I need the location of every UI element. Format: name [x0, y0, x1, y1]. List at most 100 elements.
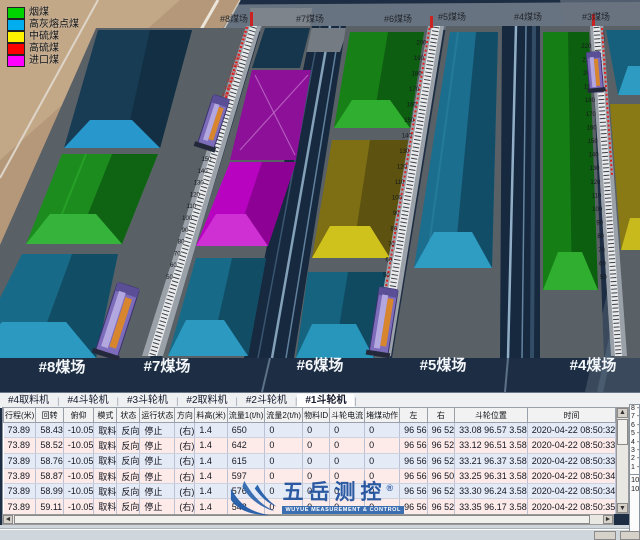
ruler-tick-number: 170 — [586, 112, 597, 118]
table-cell: 1.4 — [195, 484, 227, 499]
table-cell: 2020-04-22 08:50:34 — [527, 468, 616, 483]
ruler-tick-number: 120 — [397, 165, 408, 171]
column-header[interactable]: 流量2(t/h) — [265, 408, 303, 423]
table-cell: 1.4 — [195, 499, 227, 514]
side-value: 101 — [630, 485, 639, 493]
column-header[interactable]: 回转 — [36, 408, 64, 423]
legend-label: 中硫煤 — [29, 31, 59, 42]
partial-widget[interactable] — [594, 531, 616, 540]
machine-tab-6[interactable]: #1斗轮机 — [297, 394, 354, 408]
side-values-box: 102101 — [630, 474, 639, 493]
ruler-tick-number: 50 — [383, 273, 390, 279]
side-index-item: 8 - — [630, 405, 639, 413]
ruler-tick-number: 190 — [224, 85, 232, 90]
table-row[interactable]: 73.8958.43-10.05取料反向停止(右)1.4650000096 56… — [4, 423, 618, 438]
table-header-row: 行程(米)回转俯仰模式状态运行状态方向料高(米)流量1(t/h)流量2(t/h)… — [4, 408, 618, 423]
column-header[interactable]: 左 — [400, 408, 428, 423]
column-header[interactable]: 行程(米) — [4, 408, 36, 423]
ruler-tick-number: 60 — [170, 263, 177, 269]
table-cell: -10.05 — [63, 484, 94, 499]
table-cell: 2020-04-22 08:50:33 — [527, 438, 616, 453]
table-cell: 33.21 96.37 3.58 — [455, 453, 528, 468]
table-cell: 615 — [227, 453, 265, 468]
arrow-right-icon: ► — [605, 516, 612, 523]
table-cell: 96 52 — [427, 423, 455, 438]
ruler-tick-number: 100 — [182, 216, 193, 222]
column-header[interactable]: 料高(米) — [195, 408, 227, 423]
ruler-tick-number: 70 — [174, 251, 181, 257]
wuyue-swoosh-icon — [229, 476, 278, 520]
tab-separator: | — [354, 396, 356, 406]
table-cell: 停止 — [140, 423, 175, 438]
ruler-tick-number: 110 — [186, 204, 196, 210]
table-cell: 0 — [303, 453, 330, 468]
ruler-tick-number: 90 — [596, 221, 603, 227]
ruler-tick-number: 150 — [404, 118, 415, 124]
ruler-tick-number: 150 — [201, 157, 212, 163]
yard-7-label: #7煤场 — [144, 358, 191, 375]
column-header[interactable]: 俯仰 — [63, 408, 94, 423]
ruler-tick-number: 80 — [178, 240, 185, 246]
ruler-tick-number: 140 — [198, 169, 209, 175]
table-cell: 反向 — [117, 423, 140, 438]
logo-registered-mark: ® — [386, 483, 393, 493]
vertical-scroll-thumb[interactable] — [617, 419, 628, 445]
table-cell: (右) — [175, 438, 195, 453]
column-header[interactable]: 模式 — [94, 408, 117, 423]
legend-item-3: 高硫煤 — [7, 43, 79, 54]
table-cell: 33.35 96.17 3.58 — [455, 499, 528, 514]
table-cell: 2020-04-22 08:50:33 — [527, 453, 616, 468]
table-cell: 反向 — [117, 438, 140, 453]
side-index-item: 2 - — [630, 455, 639, 463]
ruler-tick-number: 210 — [229, 70, 237, 75]
machine-tab-1[interactable]: #4取料机 — [0, 394, 57, 408]
table-vertical-scrollbar[interactable]: ▲ ▼ — [616, 407, 629, 514]
column-header[interactable]: 斗轮电流 — [330, 408, 365, 423]
ruler-tick-number: 180 — [585, 98, 596, 104]
table-cell: 2020-04-22 08:50:32 — [527, 423, 616, 438]
table-cell: 1.4 — [195, 423, 227, 438]
table-cell: 取料 — [94, 468, 117, 483]
ruler-tick-number: 180 — [411, 72, 422, 78]
table-cell: 73.89 — [4, 453, 36, 468]
machine-tab-3[interactable]: #3斗轮机 — [119, 394, 176, 408]
scroll-up-button[interactable]: ▲ — [617, 408, 628, 418]
ruler-tick-number: 60 — [386, 258, 393, 264]
table-cell: 96 56 — [400, 438, 428, 453]
ruler-tick-number: 90 — [393, 211, 400, 217]
column-header[interactable]: 方向 — [175, 408, 195, 423]
logo-subtitle: WUYUE MEASUREMENT & CONTROL — [282, 506, 404, 514]
machine-tab-4[interactable]: #2取料机 — [178, 394, 235, 408]
column-header[interactable]: 斗轮位置 — [455, 408, 528, 423]
machine-tab-5[interactable]: #2斗轮机 — [238, 394, 295, 408]
legend-color-swatch — [7, 31, 25, 43]
column-header[interactable]: 流量1(t/h) — [227, 408, 265, 423]
table-cell: 73.89 — [4, 468, 36, 483]
column-header[interactable]: 右 — [427, 408, 455, 423]
scroll-down-button[interactable]: ▼ — [617, 503, 628, 513]
column-header[interactable]: 状态 — [117, 408, 140, 423]
column-header[interactable]: 物料ID — [303, 408, 330, 423]
table-row[interactable]: 73.8958.52-10.05取料反向停止(右)1.4642000096 56… — [4, 438, 618, 453]
table-cell: 96 56 — [400, 423, 428, 438]
partial-widget[interactable] — [620, 531, 640, 540]
ruler-tick-number: 120 — [590, 180, 601, 186]
table-cell: 0 — [330, 423, 365, 438]
table-cell: 反向 — [117, 468, 140, 483]
side-index-item: 3 - — [630, 447, 639, 455]
side-row-index-panel[interactable]: 8 -7 -6 -5 -4 -3 -2 -1 -102101 — [629, 404, 640, 536]
table-cell: 0 — [365, 453, 400, 468]
ruler-tick-number: 160 — [407, 103, 418, 109]
scroll-left-button[interactable]: ◄ — [3, 515, 13, 524]
table-cell: 73.89 — [4, 484, 36, 499]
column-header[interactable]: 时间 — [527, 408, 616, 423]
table-row[interactable]: 73.8958.76-10.05取料反向停止(右)1.4615000096 56… — [4, 453, 618, 468]
scroll-right-button[interactable]: ► — [603, 515, 613, 524]
divider — [0, 528, 640, 530]
machine-tab-2[interactable]: #4斗轮机 — [59, 394, 116, 408]
column-header[interactable]: 运行状态 — [140, 408, 175, 423]
ruler-tick-number: 220 — [581, 44, 592, 50]
coal-yard-3d-view[interactable]: 5060708090100110120130140150160170180190… — [0, 0, 640, 392]
legend-label: 高灰熔点煤 — [29, 19, 79, 30]
column-header[interactable]: 堵煤动作 — [365, 408, 400, 423]
